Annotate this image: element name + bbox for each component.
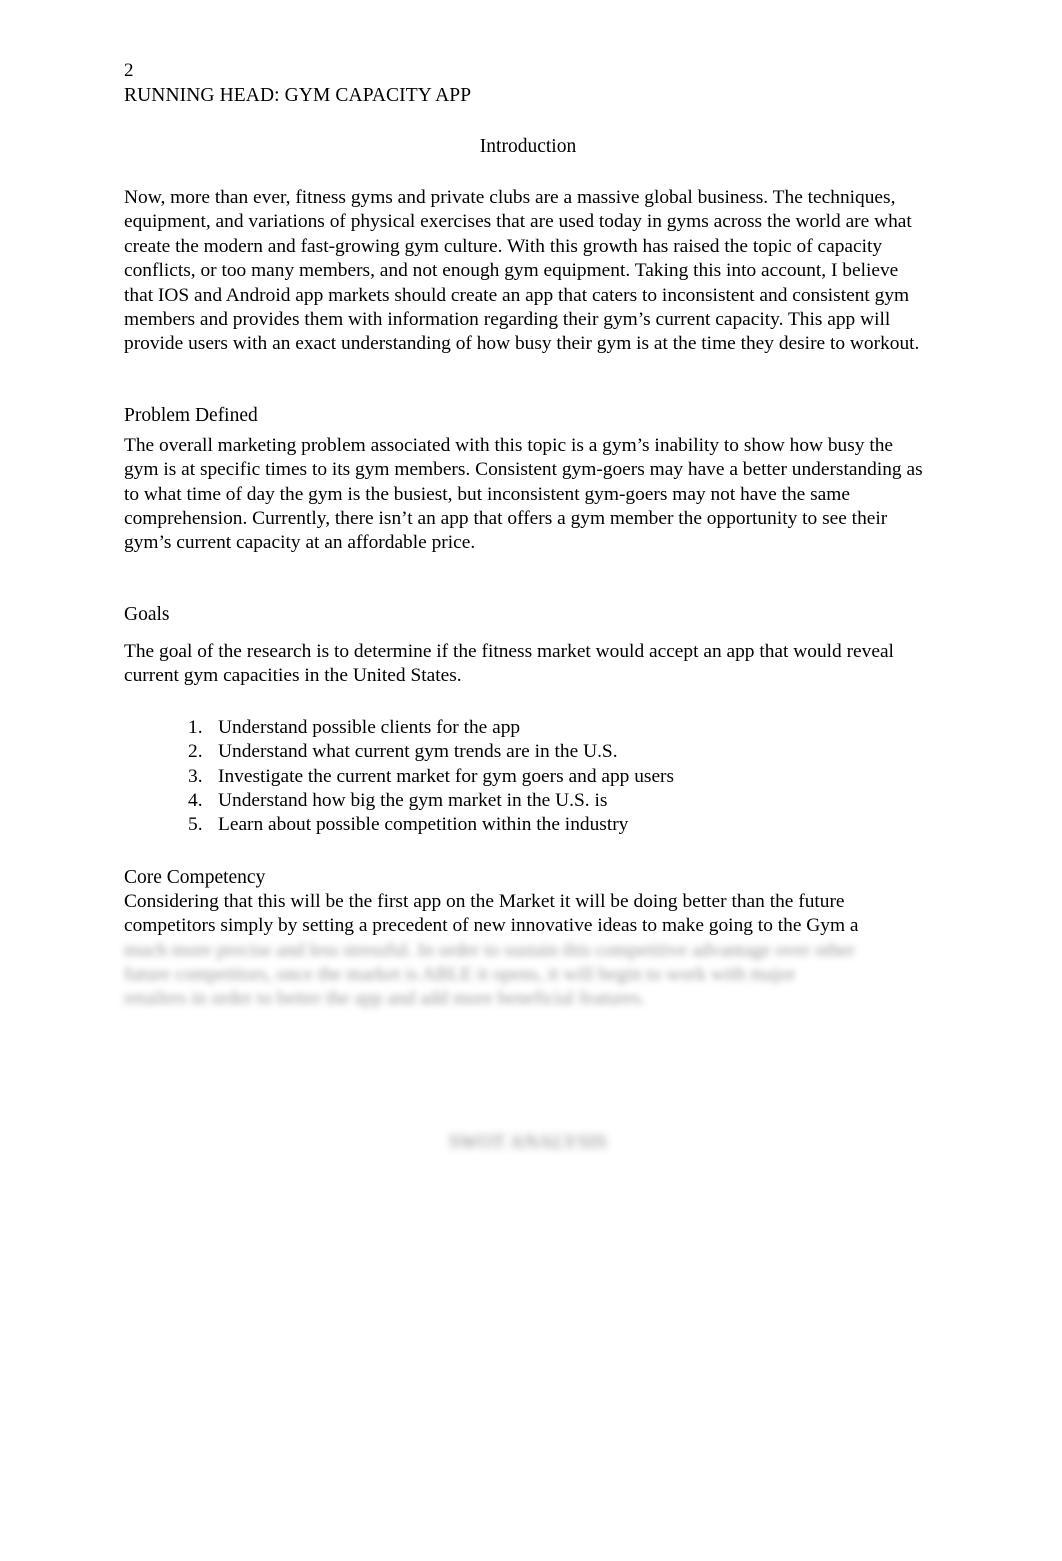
section-heading-core-competency-text: Core Competency bbox=[124, 866, 266, 888]
introduction-paragraph: Now, more than ever, fitness gyms and pr… bbox=[124, 187, 920, 355]
section-heading-goals-text: Goals bbox=[124, 603, 170, 625]
core-competency-blurred-line-3: retailers in order to better the app and… bbox=[124, 988, 646, 1010]
page-title: Introduction bbox=[124, 134, 932, 159]
section-heading-core-competency: Core Competency bbox=[124, 865, 932, 890]
core-competency-blurred-line-2: future competitors, once the market is A… bbox=[124, 963, 796, 985]
document-page: 2 RUNNING HEAD: GYM CAPACITY APP Introdu… bbox=[0, 0, 1062, 1561]
list-item: Understand possible clients for the app bbox=[188, 716, 521, 741]
goals-paragraph: The goal of the research is to determine… bbox=[124, 640, 894, 687]
goals-list: Understand possible clients for the app … bbox=[124, 716, 932, 838]
section-heading-goals: Goals bbox=[124, 602, 932, 627]
page-title-text: Introduction bbox=[479, 136, 577, 157]
core-competency-blurred-line-1: much more precise and less stressful. In… bbox=[124, 939, 855, 961]
page-number: 2 bbox=[124, 60, 134, 81]
section-heading-swot-analysis: SWOT ANALYSIS bbox=[448, 1131, 608, 1153]
problem-defined-paragraph: The overall marketing problem associated… bbox=[124, 434, 923, 554]
list-item: Understand how big the gym market in the… bbox=[188, 789, 608, 814]
list-item: Learn about possible competition within … bbox=[188, 813, 629, 838]
section-heading-problem-defined: Problem Defined bbox=[124, 403, 932, 428]
core-competency-paragraph: Considering that this will be the first … bbox=[124, 890, 859, 937]
list-item: Investigate the current market for gym g… bbox=[188, 765, 675, 790]
list-item: Understand what current gym trends are i… bbox=[188, 740, 618, 765]
section-heading-problem-defined-text: Problem Defined bbox=[124, 404, 258, 426]
running-head: RUNNING HEAD: GYM CAPACITY APP bbox=[124, 85, 472, 106]
page-content: 2 RUNNING HEAD: GYM CAPACITY APP Introdu… bbox=[124, 58, 932, 1155]
